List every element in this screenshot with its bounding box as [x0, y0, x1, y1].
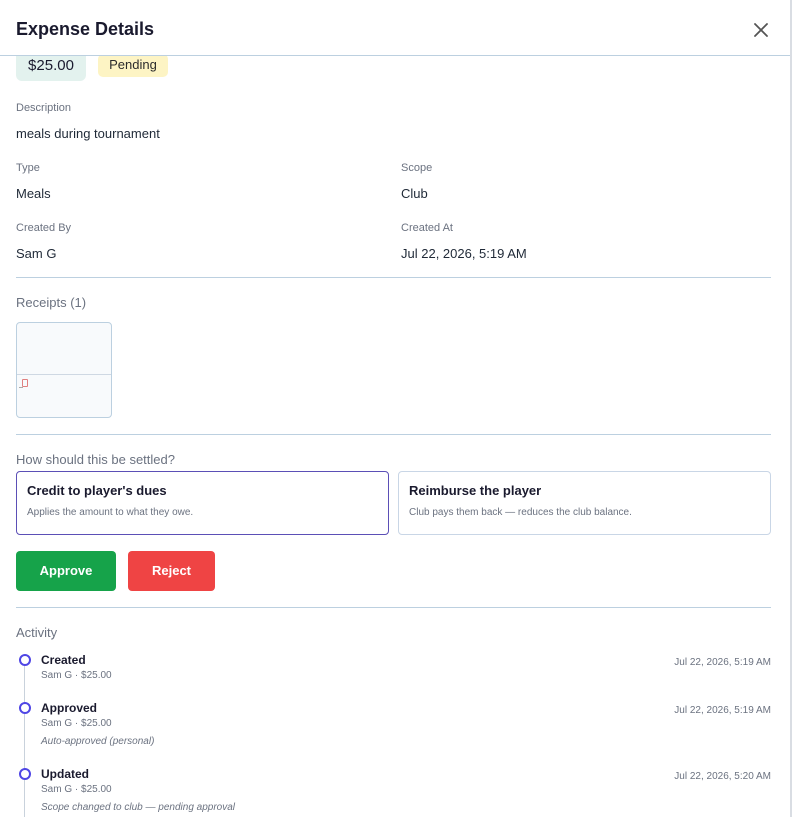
description-value: meals during tournament	[16, 126, 160, 141]
activity-event-time: Jul 22, 2026, 5:19 AM	[674, 657, 771, 668]
activity-event-title: Created	[41, 653, 86, 667]
divider	[16, 434, 771, 435]
created-at-value: Jul 22, 2026, 5:19 AM	[401, 246, 527, 261]
receipt-image-line	[17, 374, 111, 375]
status-badge: Pending	[98, 54, 168, 77]
reject-button[interactable]: Reject	[128, 551, 215, 591]
divider	[16, 277, 771, 278]
type-value: Meals	[16, 186, 51, 201]
activity-event-meta: Sam G · $25.00	[41, 784, 112, 795]
option-title: Reimburse the player	[409, 483, 542, 498]
activity-event-meta: Sam G · $25.00	[41, 718, 112, 729]
description-label: Description	[16, 102, 72, 114]
option-title: Credit to player's dues	[27, 483, 167, 498]
created-at-label: Created At	[401, 222, 453, 234]
activity-event-note: Scope changed to club — pending approval	[41, 802, 236, 813]
receipt-thumbnail[interactable]	[16, 322, 112, 418]
option-reimburse-player[interactable]: Reimburse the player Club pays them back…	[398, 471, 771, 535]
activity-title: Activity	[16, 625, 58, 640]
scope-label: Scope	[401, 162, 433, 174]
scope-value: Club	[401, 186, 428, 201]
activity-event-time: Jul 22, 2026, 5:19 AM	[674, 705, 771, 716]
activity-event-note: Auto-approved (personal)	[41, 736, 155, 747]
created-by-value: Sam G	[16, 246, 57, 261]
expense-details-modal: Expense Details $25.00 Pending Descripti…	[0, 0, 792, 817]
activity-event-title: Updated	[41, 767, 89, 781]
receipts-title: Receipts (1)	[16, 295, 87, 310]
timeline-dot-icon	[19, 702, 31, 714]
option-description: Club pays them back — reduces the club b…	[409, 507, 632, 518]
option-credit-dues[interactable]: Credit to player's dues Applies the amou…	[16, 471, 389, 535]
close-icon	[754, 23, 768, 37]
activity-event-time: Jul 22, 2026, 5:20 AM	[674, 771, 771, 782]
activity-event-title: Approved	[41, 701, 98, 715]
receipt-image-mark	[22, 379, 28, 387]
modal-title: Expense Details	[16, 19, 155, 39]
timeline-line	[24, 660, 25, 817]
close-button[interactable]	[750, 19, 772, 41]
approve-button[interactable]: Approve	[16, 551, 116, 591]
created-by-label: Created By	[16, 222, 72, 234]
type-label: Type	[16, 162, 40, 174]
option-description: Applies the amount to what they owe.	[27, 507, 194, 518]
settlement-question: How should this be settled?	[16, 452, 175, 467]
modal-header: Expense Details	[0, 0, 790, 56]
divider	[16, 607, 771, 608]
receipt-image-mark	[19, 387, 23, 388]
timeline-dot-icon	[19, 654, 31, 666]
timeline-dot-icon	[19, 768, 31, 780]
activity-event-meta: Sam G · $25.00	[41, 670, 112, 681]
